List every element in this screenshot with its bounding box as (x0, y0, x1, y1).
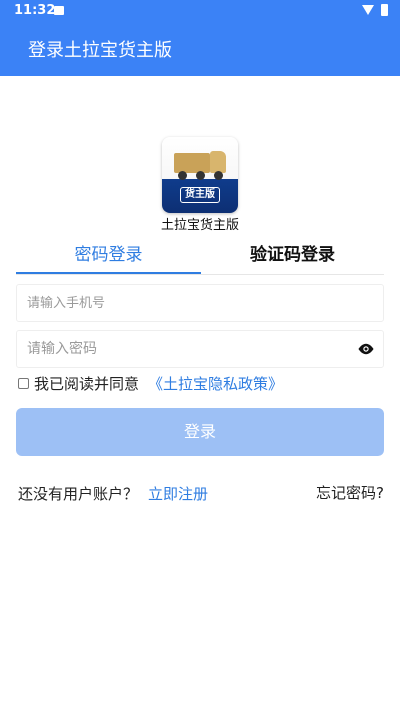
wifi-icon (362, 5, 374, 15)
logo-caption: 土拉宝货主版 (160, 218, 239, 233)
phone-field (16, 284, 384, 322)
tab-password-login[interactable]: 密码登录 (16, 240, 201, 268)
page-title: 登录土拉宝货主版 (28, 40, 172, 61)
truck-wheel (196, 171, 205, 180)
app-logo: 货主版 (162, 137, 238, 213)
password-input[interactable] (17, 331, 337, 367)
truck-wheel (178, 171, 187, 180)
agreement-text: 我已阅读并同意 (34, 375, 140, 393)
agreement-checkbox[interactable] (18, 378, 29, 389)
truck-wheel (214, 171, 223, 180)
privacy-policy-link[interactable]: 《土拉宝隐私政策》 (148, 373, 283, 394)
truck-icon (174, 153, 210, 173)
truck-cab (210, 151, 226, 173)
phone-input[interactable] (17, 285, 337, 321)
register-link[interactable]: 立即注册 (148, 483, 208, 504)
tab-sms-login[interactable]: 验证码登录 (201, 240, 384, 268)
status-time: 11:32 (14, 3, 56, 18)
app-bar: 登录土拉宝货主版 (0, 22, 400, 76)
eye-icon[interactable] (357, 341, 375, 357)
forgot-password-link[interactable]: 忘记密码? (316, 482, 384, 503)
battery-icon (381, 4, 388, 16)
register-prompt: 还没有用户账户？ (18, 485, 139, 503)
status-bar: 11:32 (0, 0, 400, 22)
logo-badge: 货主版 (180, 187, 220, 203)
password-field (16, 330, 384, 368)
notification-icon (54, 6, 64, 15)
tab-divider (16, 274, 384, 275)
login-button[interactable]: 登录 (16, 408, 384, 456)
